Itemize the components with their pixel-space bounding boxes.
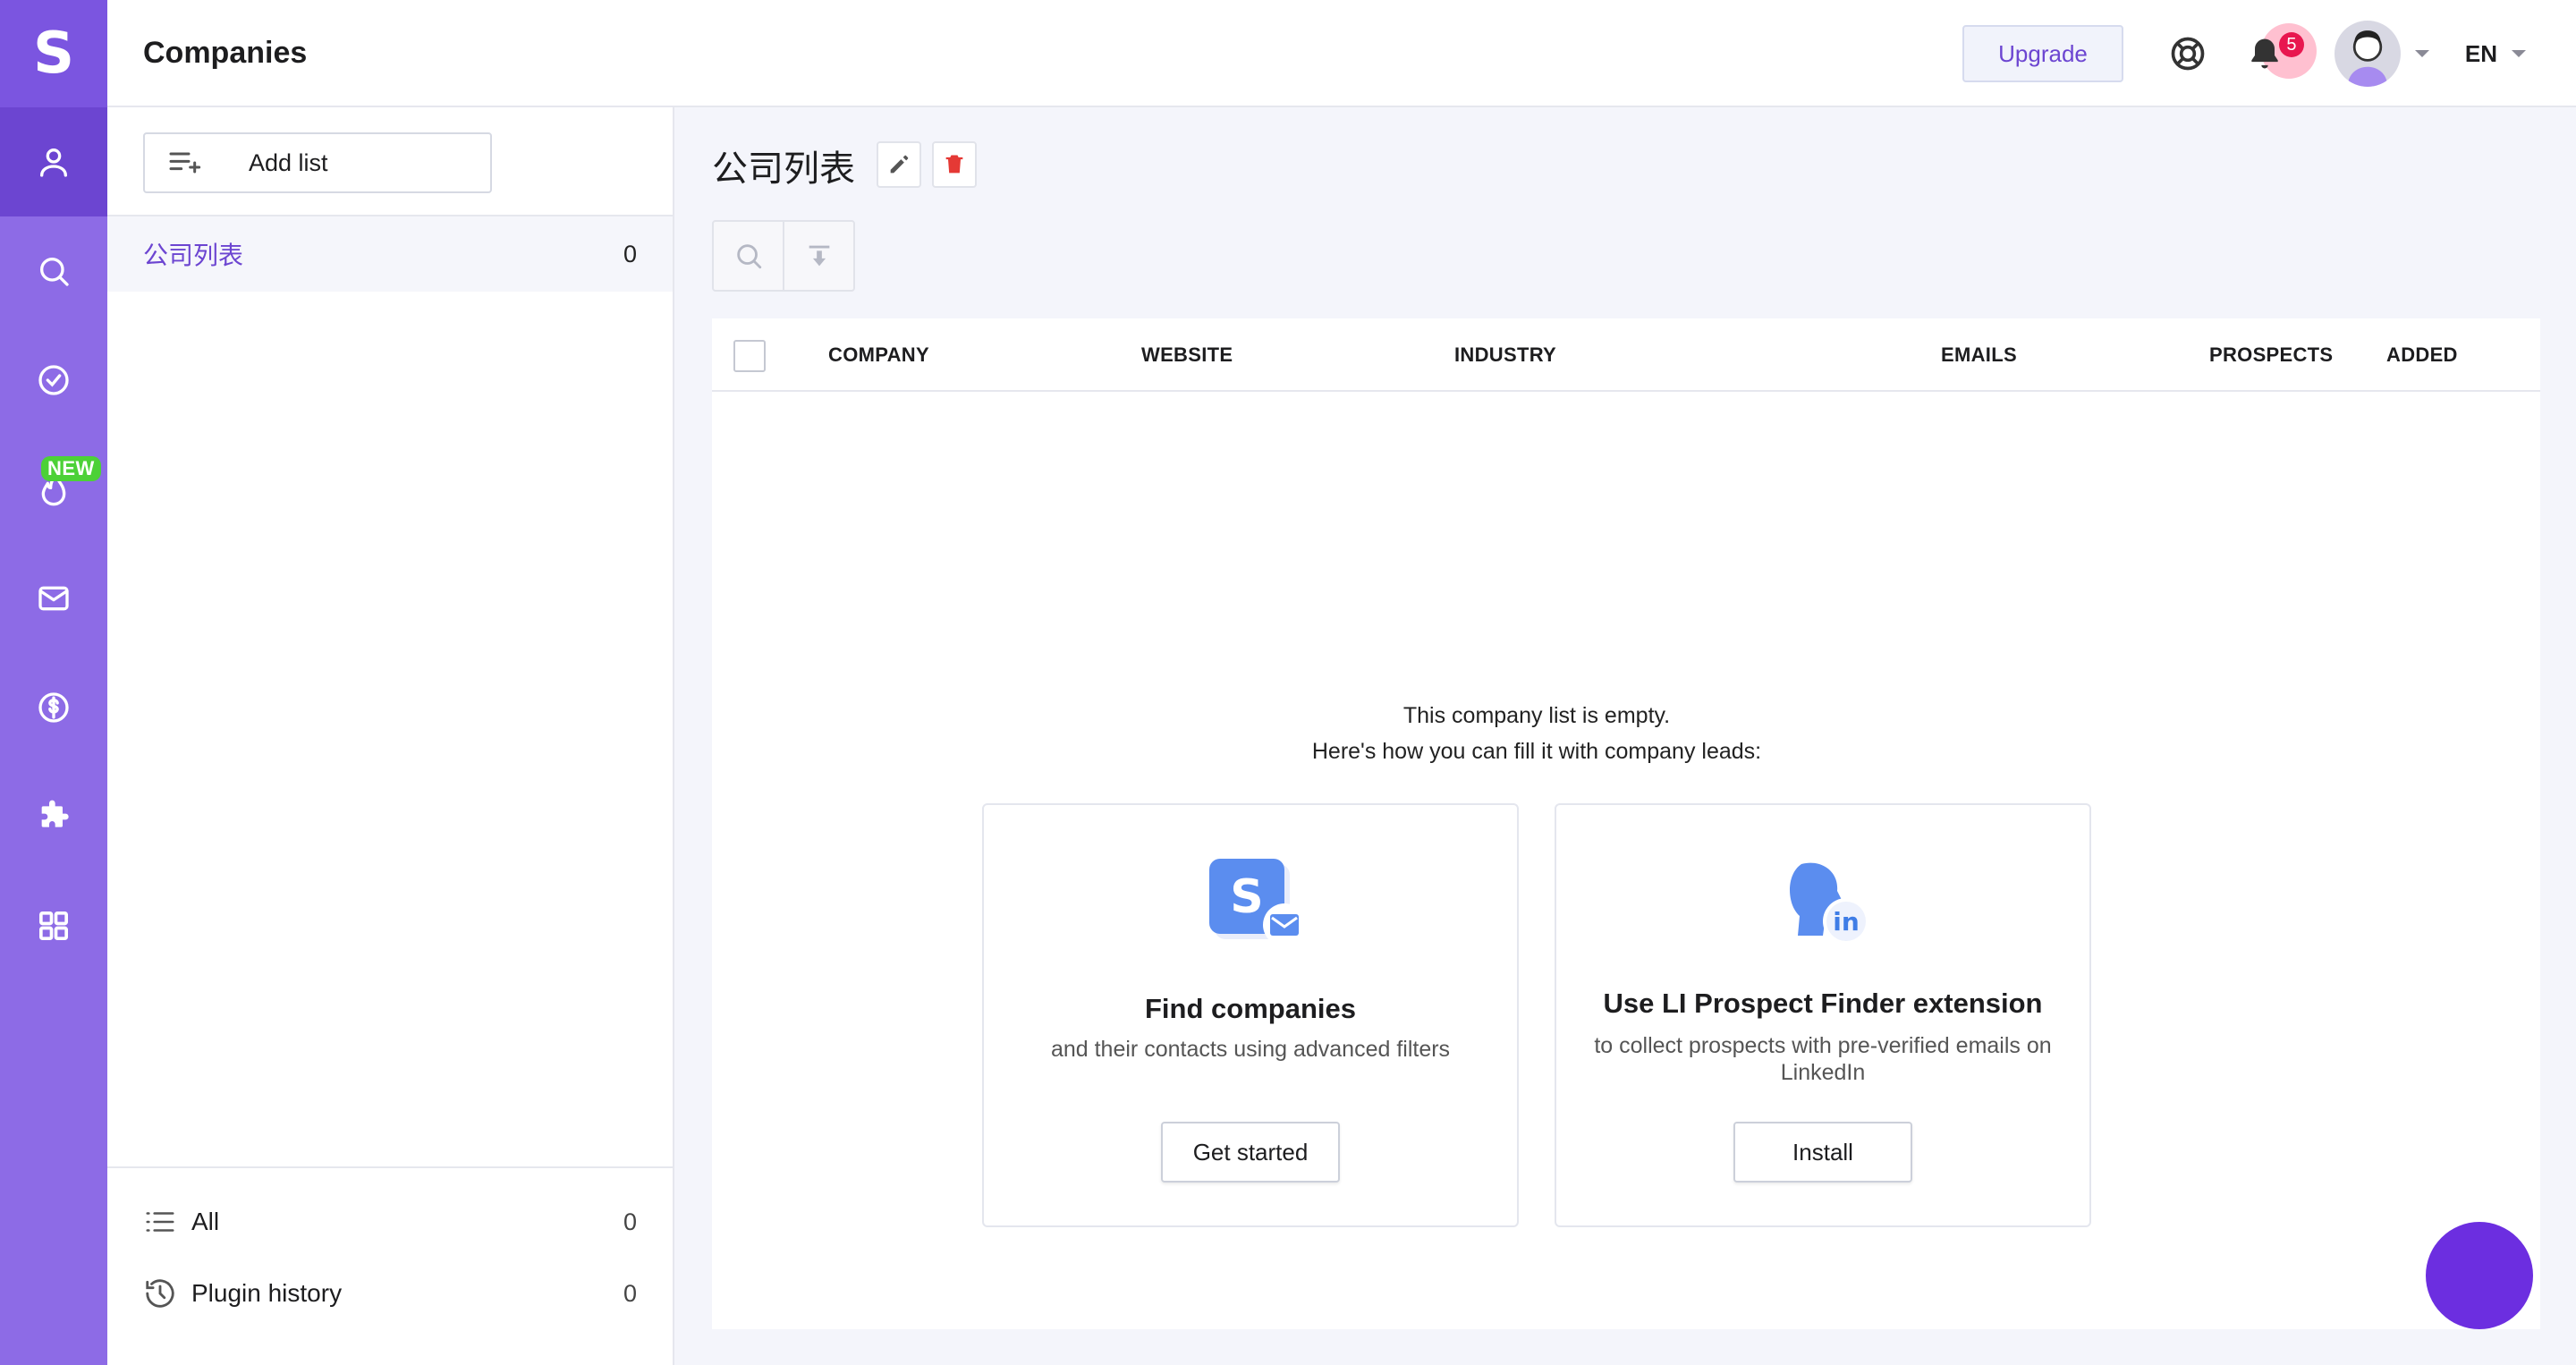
lifebuoy-icon <box>2171 37 2205 71</box>
divider <box>107 1166 673 1168</box>
chat-widget-button[interactable] <box>2426 1222 2533 1329</box>
card-title: Find companies <box>1145 993 1356 1024</box>
table-header: COMPANY WEBSITE INDUSTRY EMAILS PROSPECT… <box>712 318 2540 392</box>
trash-icon <box>945 155 963 174</box>
list-all[interactable]: All 0 <box>107 1186 673 1258</box>
li-prospect-finder-card: in Use LI Prospect Finder extension to c… <box>1555 803 2091 1227</box>
card-title: Use LI Prospect Finder extension <box>1603 988 2043 1019</box>
add-list-icon <box>169 152 201 174</box>
check-circle-icon <box>38 365 69 395</box>
table-toolbar <box>712 220 855 292</box>
list-icon <box>146 1212 174 1232</box>
search-icon <box>736 244 761 269</box>
nav-verify[interactable] <box>0 326 107 435</box>
snovio-logo-icon: S <box>1209 859 1306 946</box>
search-button[interactable] <box>714 222 783 290</box>
language-selector[interactable]: EN <box>2465 40 2497 68</box>
linkedin-logo-text: in <box>1833 907 1860 937</box>
user-icon <box>40 148 68 177</box>
list-item-count: 0 <box>623 240 637 267</box>
dollar-icon <box>38 692 69 723</box>
main-content: 公司列表 COMPANY WEBSITE INDUSTRY EMAILS PRO… <box>676 107 2576 1365</box>
help-button[interactable] <box>2163 29 2213 79</box>
select-all-checkbox[interactable] <box>733 340 766 372</box>
nav-new-feature[interactable]: NEW <box>0 435 107 544</box>
avatar[interactable] <box>2334 21 2401 87</box>
history-icon <box>146 1279 174 1308</box>
apps-icon <box>39 911 69 940</box>
user-avatar-icon <box>2347 30 2388 87</box>
nav-apps[interactable] <box>0 871 107 980</box>
companies-table: COMPANY WEBSITE INDUSTRY EMAILS PROSPECT… <box>712 318 2540 1329</box>
column-emails[interactable]: EMAILS <box>1941 343 2017 367</box>
bell-icon <box>2251 38 2278 69</box>
nav-integrations[interactable] <box>0 762 107 871</box>
snovio-logo-letter: S <box>1230 870 1263 924</box>
mail-icon <box>38 586 69 611</box>
empty-state-message: This company list is empty. Here's how y… <box>1311 703 1762 764</box>
card-subtitle: to collect prospects with pre-verified e… <box>1594 1033 2052 1085</box>
list-title: 公司列表 <box>712 148 855 190</box>
nav-search[interactable] <box>0 216 107 326</box>
notifications-button[interactable]: 5 <box>2240 23 2317 79</box>
download-icon <box>809 245 829 267</box>
left-rail: S NEW <box>0 0 107 1365</box>
linkedin-extension-icon: in <box>1790 862 1869 945</box>
list-item-label: 公司列表 <box>143 242 244 269</box>
app-logo[interactable]: S <box>0 0 107 107</box>
nav-email[interactable] <box>0 544 107 653</box>
top-bar: Companies Upgrade 5 EN <box>107 0 2576 107</box>
find-companies-card: S Find companies and their contacts usin… <box>982 803 1519 1227</box>
search-icon <box>40 258 69 286</box>
nav-contacts[interactable] <box>0 107 107 216</box>
install-button[interactable]: Install <box>1733 1122 1912 1183</box>
column-prospects[interactable]: PROSPECTS <box>2209 343 2333 367</box>
chevron-down-icon[interactable] <box>2414 50 2429 57</box>
column-added[interactable]: ADDED <box>2386 343 2458 367</box>
edit-list-button[interactable] <box>877 141 921 188</box>
column-company[interactable]: COMPANY <box>828 343 929 367</box>
pencil-icon <box>890 155 909 174</box>
column-website[interactable]: WEBSITE <box>1141 343 1233 367</box>
upgrade-button[interactable]: Upgrade <box>1962 25 2123 82</box>
lists-panel: Add list 公司列表 0 All 0 Plugin history 0 <box>107 107 674 1365</box>
new-badge: NEW <box>41 456 101 481</box>
get-started-button[interactable]: Get started <box>1161 1122 1340 1183</box>
header-actions: Upgrade 5 EN <box>1962 0 2526 107</box>
puzzle-icon <box>41 800 69 827</box>
page-title: Companies <box>143 35 308 70</box>
delete-list-button[interactable] <box>932 141 977 188</box>
column-industry[interactable]: INDUSTRY <box>1454 343 1556 367</box>
add-list-button[interactable]: Add list <box>143 132 492 193</box>
list-plugin-history[interactable]: Plugin history 0 <box>107 1258 673 1329</box>
nav-billing[interactable] <box>0 653 107 762</box>
card-subtitle: and their contacts using advanced filter… <box>1050 1037 1451 1062</box>
list-item[interactable]: 公司列表 0 <box>107 216 673 292</box>
export-button[interactable] <box>783 222 853 290</box>
chevron-down-icon[interactable] <box>2512 50 2526 57</box>
